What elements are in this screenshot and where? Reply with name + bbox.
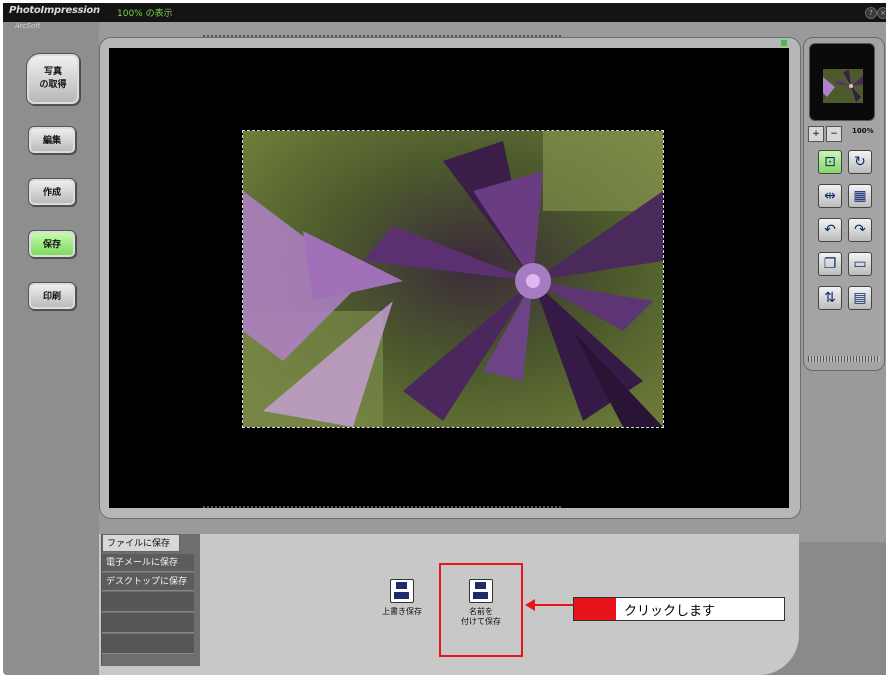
properties-icon[interactable]: ▤ bbox=[848, 286, 872, 310]
flip-vertical-icon[interactable]: ⇅ bbox=[818, 286, 842, 310]
status-indicator bbox=[781, 40, 787, 46]
image-canvas bbox=[109, 48, 789, 508]
undo-icon[interactable]: ↶ bbox=[818, 218, 842, 242]
help-button[interactable]: ? bbox=[865, 7, 877, 19]
rotate-icon[interactable]: ↻ bbox=[848, 150, 872, 174]
viewer-bottom-grip bbox=[203, 506, 563, 508]
save-destination-tabs: ファイルに保存 電子メールに保存 デスクトップに保存 bbox=[101, 534, 200, 666]
instruction-callout: クリックします bbox=[573, 597, 785, 621]
zoom-bar: + − 100% bbox=[808, 126, 880, 144]
viewer-top-grip bbox=[203, 35, 563, 37]
arrow-shaft bbox=[534, 604, 574, 606]
highlight-frame bbox=[439, 563, 523, 657]
save-label: 保存 bbox=[42, 240, 61, 250]
app-subtitle: ArcSoft bbox=[15, 22, 41, 30]
edit-label: 編集 bbox=[42, 136, 61, 146]
print-button[interactable]: 印刷 bbox=[28, 282, 76, 310]
edit-button[interactable]: 編集 bbox=[28, 126, 76, 154]
acquire-photo-button[interactable]: 写真 の取得 bbox=[26, 53, 80, 105]
crop-icon[interactable]: ▦ bbox=[848, 184, 872, 208]
zoom-out-icon[interactable]: − bbox=[826, 126, 842, 142]
app-title: PhotoImpression bbox=[9, 5, 100, 16]
close-button[interactable]: × bbox=[877, 7, 886, 19]
bottom-left-area bbox=[3, 534, 99, 675]
callout-text: クリックします bbox=[624, 604, 716, 619]
zoom-readout: 100% の表示 bbox=[117, 9, 173, 19]
copy-icon[interactable]: ❐ bbox=[818, 252, 842, 276]
print-label: 印刷 bbox=[42, 292, 61, 302]
acquire-photo-label: 写真 の取得 bbox=[39, 67, 67, 90]
tab-empty-2 bbox=[102, 613, 194, 633]
floppy-disk-icon bbox=[390, 579, 414, 603]
tool-panel-grip bbox=[808, 356, 880, 362]
create-button[interactable]: 作成 bbox=[28, 178, 76, 206]
callout-marker bbox=[574, 598, 616, 620]
navigator-thumbnail[interactable] bbox=[809, 43, 875, 121]
image-viewer bbox=[99, 37, 801, 519]
redo-icon[interactable]: ↷ bbox=[848, 218, 872, 242]
zoom-level: 100% bbox=[852, 127, 874, 135]
photo-image[interactable] bbox=[242, 130, 664, 428]
paste-icon[interactable]: ▭ bbox=[848, 252, 872, 276]
overwrite-save-label: 上書き保存 bbox=[382, 607, 422, 616]
tool-panel: + − 100% ⊡ ↻ ⇹ ▦ ↶ ↷ ❐ ▭ ⇅ ▤ bbox=[803, 37, 885, 371]
title-bar: PhotoImpression 100% の表示 ? × bbox=[3, 3, 886, 22]
tab-save-to-file[interactable]: ファイルに保存 bbox=[102, 534, 180, 552]
create-label: 作成 bbox=[42, 188, 61, 198]
thumbnail-image bbox=[823, 69, 863, 103]
tab-save-to-email[interactable]: 電子メールに保存 bbox=[102, 554, 194, 572]
tab-save-to-desktop[interactable]: デスクトップに保存 bbox=[102, 573, 194, 591]
overwrite-save-button[interactable]: 上書き保存 bbox=[370, 577, 434, 635]
tab-empty-3 bbox=[102, 634, 194, 654]
zoom-in-icon[interactable]: + bbox=[808, 126, 824, 142]
flip-icon[interactable]: ⇹ bbox=[818, 184, 842, 208]
save-button[interactable]: 保存 bbox=[28, 230, 76, 258]
fit-to-window-icon[interactable]: ⊡ bbox=[818, 150, 842, 174]
tab-empty-1 bbox=[102, 592, 194, 612]
